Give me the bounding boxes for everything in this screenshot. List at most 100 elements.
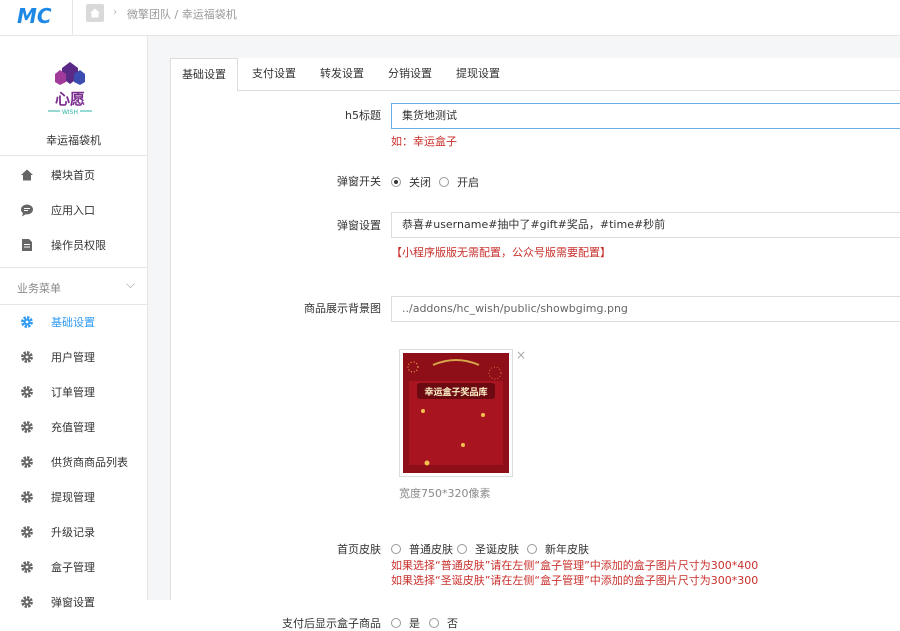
h5-title-input[interactable]: 集货地测试 bbox=[391, 103, 900, 129]
home-icon bbox=[20, 168, 34, 182]
sidebar-item-label: 弹窗设置 bbox=[51, 595, 95, 609]
skin-label: 首页皮肤 bbox=[337, 543, 381, 556]
gear-icon bbox=[20, 490, 34, 504]
radio-dot bbox=[391, 618, 401, 628]
pay-show-label: 支付后显示盒子商品 bbox=[282, 617, 381, 630]
radio-dot bbox=[391, 177, 401, 187]
sidebar: 心愿 WISH 幸运福袋机 模块首页 应用入口 操作员权限 业务菜单 ⌵ 基础设… bbox=[0, 36, 148, 609]
close-icon[interactable]: × bbox=[516, 348, 526, 362]
sidebar-item-app-entry[interactable]: 应用入口 bbox=[0, 192, 147, 227]
radio-dot bbox=[391, 544, 401, 554]
sidebar-item-label: 应用入口 bbox=[51, 203, 95, 217]
svg-text:心愿: 心愿 bbox=[55, 90, 85, 108]
sidebar-item-recharge-management[interactable]: 充值管理 bbox=[0, 409, 147, 444]
radio-label: 开启 bbox=[457, 176, 479, 189]
h5-title-label: h5标题 bbox=[345, 109, 381, 122]
gear-icon bbox=[20, 595, 34, 609]
sidebar-item-module-home[interactable]: 模块首页 bbox=[0, 157, 147, 192]
settings-panel: 基础设置 支付设置 转发设置 分销设置 提现设置 h5标题 集货地测试 如：幸运… bbox=[170, 58, 900, 630]
skin-hint-christmas: 如果选择“圣诞皮肤”请在左侧“盒子管理”中添加的盒子图片尺寸为300*300 bbox=[391, 574, 759, 587]
h5-title-hint: 如：幸运盒子 bbox=[391, 135, 457, 148]
tab-bar: 基础设置 支付设置 转发设置 分销设置 提现设置 bbox=[170, 58, 900, 92]
sidebar-item-withdraw-management[interactable]: 提现管理 bbox=[0, 479, 147, 514]
gear-icon bbox=[20, 385, 34, 399]
skin-normal-radio[interactable]: 普通皮肤 bbox=[391, 541, 453, 557]
bg-image-path-input[interactable]: ../addons/hc_wish/public/showbgimg.png bbox=[391, 296, 900, 322]
radio-dot bbox=[527, 544, 537, 554]
breadcrumb-chevron-icon: › bbox=[113, 5, 118, 18]
sidebar-item-label: 模块首页 bbox=[51, 168, 95, 182]
main-area: 基础设置 支付设置 转发设置 分销设置 提现设置 h5标题 集货地测试 如：幸运… bbox=[148, 36, 900, 630]
chevron-down-icon: ⌵ bbox=[126, 277, 136, 291]
sidebar-item-label: 订单管理 bbox=[51, 385, 95, 399]
sidebar-item-user-management[interactable]: 用户管理 bbox=[0, 339, 147, 374]
sidebar-item-operator-permissions[interactable]: 操作员权限 bbox=[0, 227, 147, 262]
sidebar-item-label: 充值管理 bbox=[51, 420, 95, 434]
top-bar: MC › 微擎团队 / 幸运福袋机 bbox=[0, 0, 900, 36]
radio-label: 关闭 bbox=[409, 176, 431, 189]
pay-show-no-radio[interactable]: 否 bbox=[429, 615, 458, 631]
radio-label: 新年皮肤 bbox=[545, 543, 589, 556]
bg-image-label: 商品展示背景图 bbox=[304, 302, 381, 315]
brand-name: 幸运福袋机 bbox=[46, 134, 101, 147]
radio-label: 普通皮肤 bbox=[409, 543, 453, 556]
brand-logo: 心愿 WISH bbox=[38, 58, 102, 122]
top-divider bbox=[72, 0, 73, 36]
sidebar-section-label: 业务菜单 bbox=[17, 282, 61, 295]
sidebar-item-popup-settings[interactable]: 弹窗设置 bbox=[0, 584, 147, 619]
home-icon[interactable] bbox=[86, 4, 104, 22]
popup-setting-input[interactable]: 恭喜#username#抽中了#gift#奖品，#time#秒前 bbox=[391, 212, 900, 238]
popup-setting-hint: 【小程序版版无需配置，公众号版需要配置】 bbox=[391, 246, 611, 259]
radio-label: 是 bbox=[409, 617, 420, 630]
form-content: h5标题 集货地测试 如：幸运盒子 弹窗开关 关闭 开启 弹窗设置 恭喜#use… bbox=[170, 91, 900, 630]
sidebar-item-label: 基础设置 bbox=[51, 315, 95, 329]
sidebar-item-order-management[interactable]: 订单管理 bbox=[0, 374, 147, 409]
breadcrumb[interactable]: 微擎团队 / 幸运福袋机 bbox=[127, 6, 237, 22]
bg-image-thumbnail[interactable]: 幸运盒子奖品库 bbox=[399, 349, 513, 477]
brand-block: 心愿 WISH 幸运福袋机 bbox=[0, 36, 147, 156]
tab-withdraw-settings[interactable]: 提现设置 bbox=[444, 58, 512, 91]
popup-switch-on-radio[interactable]: 开启 bbox=[439, 174, 479, 190]
document-icon bbox=[20, 238, 34, 252]
sidebar-section-business-menu[interactable]: 业务菜单 ⌵ bbox=[0, 267, 147, 305]
popup-setting-label: 弹窗设置 bbox=[337, 219, 381, 232]
sidebar-item-label: 用户管理 bbox=[51, 350, 95, 364]
sidebar-item-label: 供货商商品列表 bbox=[51, 455, 128, 469]
sidebar-item-basic-settings[interactable]: 基础设置 bbox=[0, 304, 147, 339]
radio-dot bbox=[439, 177, 449, 187]
radio-dot bbox=[429, 618, 439, 628]
sidebar-item-supplier-products[interactable]: 供货商商品列表 bbox=[0, 444, 147, 479]
sidebar-item-label: 提现管理 bbox=[51, 490, 95, 504]
chat-icon bbox=[20, 203, 34, 217]
sidebar-item-box-management[interactable]: 盒子管理 bbox=[0, 549, 147, 584]
svg-text:MC: MC bbox=[17, 4, 52, 27]
svg-text:幸运盒子奖品库: 幸运盒子奖品库 bbox=[424, 386, 487, 398]
svg-text:WISH: WISH bbox=[62, 109, 78, 116]
popup-switch-off-radio[interactable]: 关闭 bbox=[391, 174, 431, 190]
gear-icon bbox=[20, 560, 34, 574]
popup-switch-label: 弹窗开关 bbox=[337, 175, 381, 188]
skin-newyear-radio[interactable]: 新年皮肤 bbox=[527, 541, 589, 557]
sidebar-item-label: 升级记录 bbox=[51, 525, 95, 539]
radio-label: 否 bbox=[447, 617, 458, 630]
skin-hint-normal: 如果选择“普通皮肤”请在左侧“盒子管理”中添加的盒子图片尺寸为300*400 bbox=[391, 559, 759, 572]
tab-forward-settings[interactable]: 转发设置 bbox=[308, 58, 376, 91]
gear-icon bbox=[20, 420, 34, 434]
gear-icon bbox=[20, 315, 34, 329]
tab-distribution-settings[interactable]: 分销设置 bbox=[376, 58, 444, 91]
gear-icon bbox=[20, 455, 34, 469]
skin-christmas-radio[interactable]: 圣诞皮肤 bbox=[457, 541, 519, 557]
sidebar-item-label: 操作员权限 bbox=[51, 238, 106, 252]
app-logo[interactable]: MC bbox=[16, 3, 56, 28]
gear-icon bbox=[20, 525, 34, 539]
bg-image-preview: 幸运盒子奖品库 bbox=[403, 353, 509, 473]
radio-label: 圣诞皮肤 bbox=[475, 543, 519, 556]
pay-show-yes-radio[interactable]: 是 bbox=[391, 615, 420, 631]
radio-dot bbox=[457, 544, 467, 554]
gear-icon bbox=[20, 350, 34, 364]
tab-payment-settings[interactable]: 支付设置 bbox=[240, 58, 308, 91]
sidebar-item-label: 盒子管理 bbox=[51, 560, 95, 574]
bg-image-caption: 宽度750*320像素 bbox=[399, 487, 491, 500]
sidebar-item-upgrade-records[interactable]: 升级记录 bbox=[0, 514, 147, 549]
tab-basic-settings[interactable]: 基础设置 bbox=[170, 58, 238, 92]
